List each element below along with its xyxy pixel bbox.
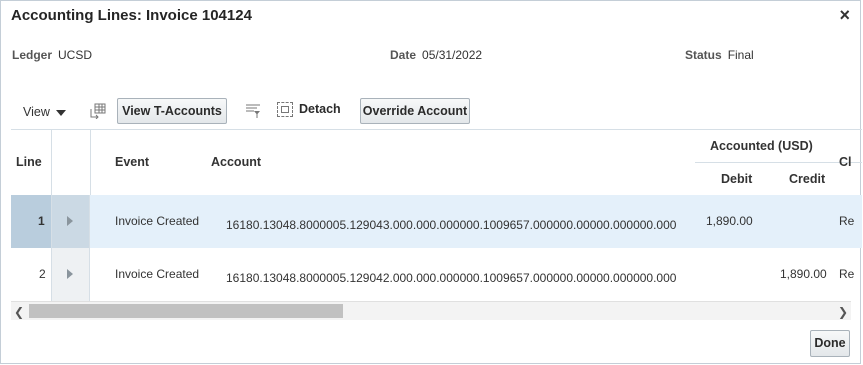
header-divider: [695, 162, 862, 163]
account-cell: 16180.13048.8000005.129043.000.000.00000…: [226, 218, 677, 232]
header-top-border: [11, 129, 862, 130]
column-header-debit[interactable]: Debit: [721, 172, 752, 186]
expand-row-icon[interactable]: [67, 216, 73, 226]
date-label: Date: [390, 48, 417, 62]
column-header-event[interactable]: Event: [115, 155, 149, 169]
view-menu-label: View: [23, 105, 50, 119]
debit-cell: 1,890.00: [706, 214, 753, 228]
header-divider: [90, 129, 91, 195]
line-number: 2: [39, 267, 46, 281]
accounting-lines-table: Line Event Account Accounted (USD) Debit…: [11, 129, 862, 319]
scroll-left-icon[interactable]: ❮: [14, 305, 24, 319]
grid-icon[interactable]: [89, 103, 107, 119]
detach-icon: [277, 102, 293, 118]
chevron-down-icon: [55, 109, 66, 116]
table-row[interactable]: 2 Invoice Created 16180.13048.8000005.12…: [11, 248, 862, 301]
scroll-right-icon[interactable]: ❯: [838, 305, 848, 319]
detach-button[interactable]: Detach: [277, 102, 341, 118]
column-header-credit[interactable]: Credit: [789, 172, 825, 186]
cl-cell: Re: [839, 267, 855, 281]
override-account-button[interactable]: Override Account: [360, 98, 470, 124]
horizontal-scrollbar[interactable]: ❮ ❯: [11, 301, 851, 320]
column-header-account[interactable]: Account: [211, 155, 261, 169]
table-toolbar: View View T-Accounts Detach Override Acc…: [1, 98, 860, 126]
event-cell: Invoice Created: [115, 267, 200, 281]
ledger-label: Ledger: [12, 48, 53, 62]
column-header-line[interactable]: Line: [16, 155, 42, 169]
dialog-title: Accounting Lines: Invoice 104124: [11, 7, 252, 24]
date-value: 05/31/2022: [422, 48, 483, 62]
close-icon[interactable]: ×: [839, 5, 850, 25]
status-label: Status: [685, 48, 722, 62]
table-row[interactable]: 1 Invoice Created 16180.13048.8000005.12…: [11, 195, 862, 248]
detach-label: Detach: [299, 102, 341, 116]
scrollbar-thumb[interactable]: [29, 304, 343, 318]
credit-cell: 1,890.00: [780, 267, 827, 281]
header-divider: [51, 129, 52, 195]
status-value: Final: [727, 48, 754, 62]
line-number: 1: [38, 214, 45, 228]
event-cell: Invoice Created: [115, 214, 200, 228]
row-header[interactable]: [11, 195, 51, 248]
done-button[interactable]: Done: [810, 330, 850, 357]
column-header-cl[interactable]: Cl: [839, 155, 852, 169]
cl-cell: Re: [839, 214, 855, 228]
view-menu[interactable]: View: [23, 105, 66, 119]
accounting-lines-dialog: Accounting Lines: Invoice 104124 × Ledge…: [0, 0, 862, 364]
view-t-accounts-button[interactable]: View T-Accounts: [117, 98, 227, 124]
date-field: Date 05/31/2022: [390, 48, 482, 62]
ledger-field: Ledger UCSD: [12, 48, 92, 62]
expand-row-icon[interactable]: [67, 269, 73, 279]
filter-icon[interactable]: [245, 103, 263, 119]
column-header-accounted-usd: Accounted (USD): [710, 139, 813, 153]
status-field: Status Final: [685, 48, 754, 62]
account-cell: 16180.13048.8000005.129042.000.000.00000…: [226, 271, 677, 285]
ledger-value: UCSD: [58, 48, 93, 62]
